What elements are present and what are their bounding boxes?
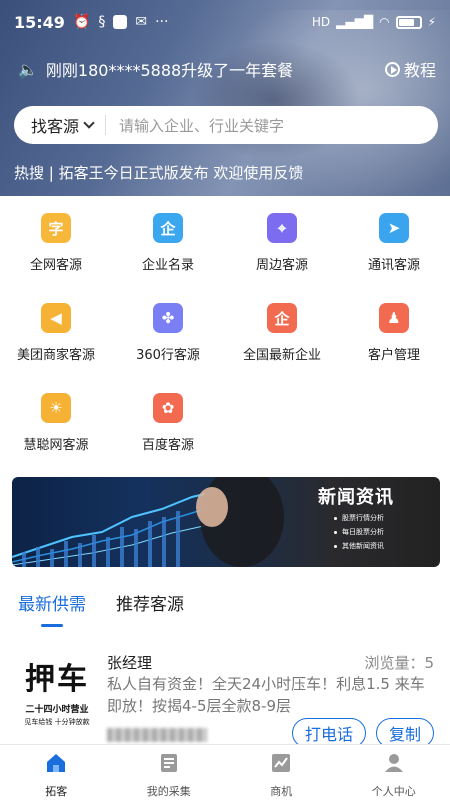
grid-item-baidu[interactable]: ✿ 百度客源 <box>112 384 224 453</box>
status-right: HD ▂▄▆█ ◠ ⚡ <box>312 15 436 29</box>
text-icon: 字 <box>41 213 71 243</box>
tab-recommended[interactable]: 推荐客源 <box>116 590 184 615</box>
grid-item-hc360[interactable]: ☀ 慧聪网客源 <box>0 384 112 453</box>
wifi-icon: ◠ <box>379 15 390 29</box>
news-item: 其他新闻资讯 <box>334 541 384 551</box>
tag-icon: ◀ <box>41 303 71 333</box>
chart-icon <box>272 754 291 772</box>
grid-label: 周边客源 <box>255 258 308 273</box>
listing-logo: 押车 二十四小时营业 见车给钱 十分钟放款 <box>16 652 98 736</box>
customers-icon: ♟ <box>379 303 409 333</box>
grid-item-new-enterprises[interactable]: 企 全国最新企业 <box>226 294 338 363</box>
location-pin-icon: ⌖ <box>267 213 297 243</box>
s-icon: § <box>98 14 106 30</box>
battery-icon <box>395 15 422 29</box>
grid-label: 企业名录 <box>141 258 194 273</box>
tab-latest[interactable]: 最新供需 <box>18 590 86 615</box>
list-item[interactable]: 押车 二十四小时营业 见车给钱 十分钟放款 张经理 浏览量：5 私人自有资金！全… <box>0 640 450 748</box>
document-list-icon <box>160 754 177 772</box>
user-icon <box>384 754 403 772</box>
search-bar: 找客源 请输入企业、行业关键字 <box>14 106 438 144</box>
logo-title: 押车 <box>25 662 89 697</box>
grid-item-360[interactable]: ✤ 360行客源 <box>112 294 224 363</box>
enterprise-icon: 企 <box>153 213 183 243</box>
nav-item-home[interactable]: 拓客 <box>0 745 113 800</box>
news-list: 股票行情分析 每日股票分析 其他新闻资讯 <box>334 513 384 555</box>
search-type-dropdown[interactable]: 找客源 <box>14 113 105 137</box>
phone-number-masked <box>107 728 207 742</box>
nav-item-profile[interactable]: 个人中心 <box>338 745 450 800</box>
app-icon <box>113 15 128 29</box>
charging-icon: ⚡ <box>427 15 436 29</box>
status-bar: 15:49 ⏰ § ✉ ··· HD ▂▄▆█ ◠ ⚡ <box>0 0 450 44</box>
grid-item-all-sources[interactable]: 字 全网客源 <box>0 204 112 273</box>
news-banner[interactable]: 新闻资讯 股票行情分析 每日股票分析 其他新闻资讯 <box>12 477 440 567</box>
tutorial-button[interactable]: 教程 <box>384 57 436 81</box>
hc-icon: ☀ <box>41 393 71 423</box>
news-title: 新闻资讯 <box>318 487 394 508</box>
logo-line2: 见车给钱 十分钟放款 <box>24 718 90 726</box>
speaker-icon: 🔈 <box>18 59 38 79</box>
search-type-label: 找客源 <box>31 117 80 136</box>
network-label: HD <box>311 15 331 29</box>
listing-description: 私人自有资金！全天24小时压车！利息1.5 来车即放！按揭4-5层全款8-9层 <box>107 675 425 715</box>
play-icon <box>384 61 400 77</box>
message-icon: ✉ <box>135 14 148 30</box>
tutorial-label: 教程 <box>403 61 436 80</box>
signal-icon: ▂▄▆█ <box>336 15 374 29</box>
hot-search[interactable]: 热搜 | 拓客王今日正式版发布 欢迎使用反馈 <box>14 162 303 183</box>
grid-label: 全网客源 <box>29 258 82 273</box>
bottom-nav: 拓客 我的采集 商机 个人中心 <box>0 744 450 800</box>
view-count: 浏览量：5 <box>364 654 434 672</box>
baidu-paw-icon: ✿ <box>153 393 183 423</box>
grid-label: 百度客源 <box>141 438 194 453</box>
nav-label: 拓客 <box>45 785 68 798</box>
send-icon: ➤ <box>379 213 409 243</box>
status-time: 15:49 <box>14 12 65 32</box>
alarm-icon: ⏰ <box>72 14 91 30</box>
active-tab-indicator <box>41 624 63 627</box>
grid-item-nearby[interactable]: ⌖ 周边客源 <box>226 204 338 273</box>
notice-text: 刚刚180****5888升级了一年套餐 <box>45 61 294 80</box>
status-icons: ⏰ § ✉ ··· <box>73 14 169 30</box>
nav-label: 个人中心 <box>371 785 416 798</box>
content-tabs: 最新供需 推荐客源 <box>18 590 184 615</box>
search-input[interactable]: 请输入企业、行业关键字 <box>106 115 284 136</box>
grid-item-customer-management[interactable]: ♟ 客户管理 <box>338 294 450 363</box>
nav-label: 我的采集 <box>146 785 191 798</box>
nav-label: 商机 <box>270 785 293 798</box>
grid-item-enterprise-directory[interactable]: 企 企业名录 <box>112 204 224 273</box>
grid-label: 慧聪网客源 <box>23 438 89 453</box>
seller-name: 张经理 <box>107 654 153 672</box>
logo-line1: 二十四小时营业 <box>25 705 89 715</box>
news-item: 股票行情分析 <box>334 513 384 523</box>
grid-label: 通讯客源 <box>367 258 420 273</box>
grid-item-meituan[interactable]: ◀ 美团商家客源 <box>0 294 112 363</box>
grid-label: 美团商家客源 <box>16 348 95 363</box>
grid-petals-icon: ✤ <box>153 303 183 333</box>
home-icon <box>47 754 66 772</box>
grid-label: 客户管理 <box>367 348 420 363</box>
grid-item-contacts[interactable]: ➤ 通讯客源 <box>338 204 450 273</box>
nav-item-collection[interactable]: 我的采集 <box>113 745 226 800</box>
grid-label: 360行客源 <box>136 348 200 363</box>
grid-label: 全国最新企业 <box>242 348 321 363</box>
new-enterprise-icon: 企 <box>267 303 297 333</box>
nav-item-opportunities[interactable]: 商机 <box>225 745 338 800</box>
more-icon: ··· <box>155 14 169 30</box>
notice-bar: 🔈 刚刚180****5888升级了一年套餐 教程 <box>18 56 436 82</box>
chevron-down-icon <box>83 117 95 129</box>
news-item: 每日股票分析 <box>334 527 384 537</box>
